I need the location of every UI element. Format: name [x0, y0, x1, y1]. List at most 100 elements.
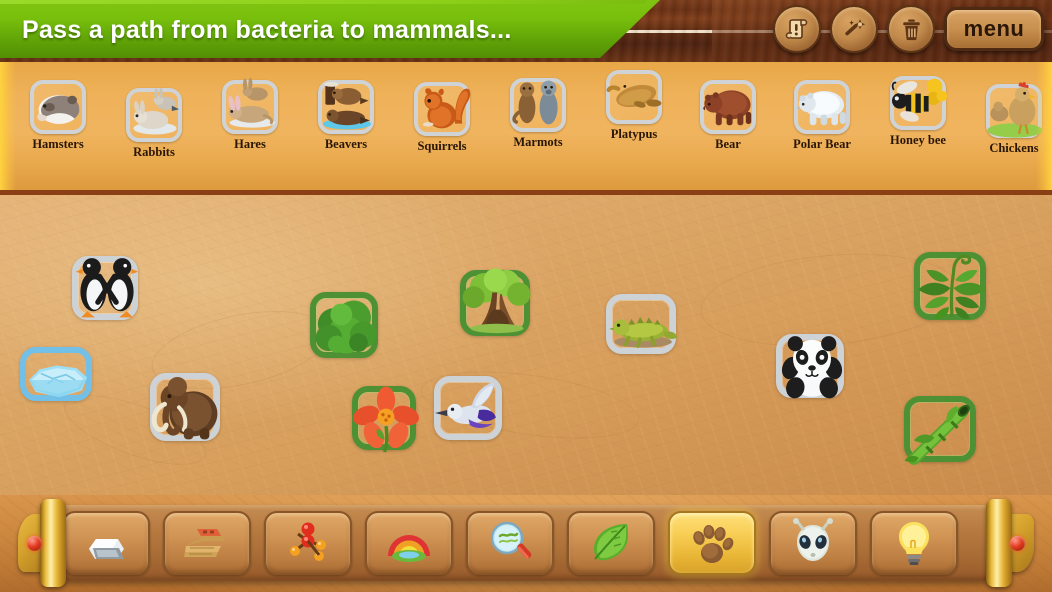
- scroll-left-glow[interactable]: [0, 62, 16, 190]
- field-node-panda[interactable]: [772, 330, 852, 406]
- rabbit-icon-wrap: [124, 84, 186, 149]
- animal-item-honey-bee[interactable]: Honey bee: [868, 72, 968, 148]
- hare-icon: [228, 77, 275, 128]
- metal-ingot-icon: [89, 539, 124, 559]
- toolbar-endcap-left: [18, 497, 74, 589]
- squirrel-icon: [422, 88, 471, 129]
- marmot-icon-wrap: [508, 74, 570, 139]
- hummingbird-icon: [435, 382, 496, 428]
- animal-item-rabbits[interactable]: Rabbits: [104, 84, 204, 160]
- red-flower-icon-wrap: [348, 382, 424, 463]
- polar-bear-icon-wrap: [792, 76, 854, 141]
- animal-item-squirrels[interactable]: Squirrels: [392, 78, 492, 154]
- field-node-tree[interactable]: [456, 266, 538, 344]
- category-metals[interactable]: [62, 511, 150, 575]
- field-node-iguana[interactable]: [602, 290, 684, 362]
- hare-icon-wrap: [220, 76, 282, 141]
- alien-head-icon: [793, 518, 833, 561]
- hamster-icon: [37, 95, 80, 124]
- category-plants[interactable]: [567, 511, 655, 575]
- hummingbird-icon-wrap: [430, 372, 510, 453]
- lightbulb-icon: [899, 522, 929, 565]
- scroll-quest-icon: [785, 19, 808, 39]
- hamster-icon-wrap: [28, 76, 90, 141]
- paw-print-icon: [693, 525, 734, 563]
- animal-thumb: [22, 76, 94, 138]
- toolbar-endcap-right: [978, 497, 1034, 589]
- animal-selection-bar[interactable]: Hamsters Rabbits Hares Beavers Squirrels Marm…: [0, 62, 1052, 195]
- fern-plant-icon-wrap: [910, 248, 994, 333]
- category-microbes[interactable]: [466, 511, 554, 575]
- honey-bee-icon: [891, 78, 948, 122]
- magic-wand-icon: [845, 19, 866, 36]
- category-animals[interactable]: [668, 511, 756, 575]
- animal-item-platypus[interactable]: Platypus: [584, 66, 684, 142]
- animal-item-beavers[interactable]: Beavers: [296, 76, 396, 152]
- animal-item-bear[interactable]: Bear: [678, 76, 778, 152]
- field-node-bush[interactable]: [306, 288, 386, 366]
- animal-item-hamsters[interactable]: Hamsters: [8, 76, 108, 152]
- rabbit-icon: [133, 87, 179, 135]
- field-node-ice-floe[interactable]: [16, 343, 100, 409]
- menu-button[interactable]: menu: [944, 7, 1044, 51]
- ice-floe-icon-wrap: [16, 343, 100, 414]
- tree-icon-wrap: [456, 266, 538, 349]
- leaf-icon: [594, 524, 628, 561]
- category-technology[interactable]: [870, 511, 958, 575]
- objective-text: Pass a path from bacteria to mammals...: [22, 16, 512, 44]
- animal-item-marmots[interactable]: Marmots: [488, 74, 588, 150]
- platypus-icon: [606, 84, 662, 108]
- molecule-icon: [290, 522, 326, 561]
- magic-wand-button[interactable]: [830, 5, 878, 53]
- endcap-gem-left: [27, 535, 42, 551]
- field-node-fern[interactable]: [910, 248, 994, 328]
- bamboo-icon-wrap: [900, 392, 984, 475]
- endcap-gem-right: [1010, 535, 1025, 551]
- field-node-flower[interactable]: [348, 382, 424, 458]
- animal-item-hares[interactable]: Hares: [200, 76, 300, 152]
- top-toolbar: menu: [773, 3, 1044, 55]
- bamboo-icon: [904, 404, 970, 465]
- fern-plant-icon: [918, 254, 986, 319]
- category-nature[interactable]: [365, 511, 453, 575]
- animal-thumb: [692, 76, 764, 138]
- game-screen: Pass a path from bacteria to mammals...: [0, 0, 1052, 592]
- bear-icon-wrap: [698, 76, 760, 141]
- trash-button[interactable]: [887, 5, 935, 53]
- animal-thumb: [502, 74, 574, 136]
- polar-bear-icon: [796, 91, 846, 126]
- platypus-icon-wrap: [604, 66, 666, 131]
- tree-icon: [462, 268, 531, 334]
- animal-thumb: [786, 76, 858, 138]
- field-node-penguins[interactable]: [68, 252, 146, 328]
- honey-bee-icon-wrap: [888, 72, 950, 137]
- field-node-hummingbird[interactable]: [430, 372, 510, 448]
- panda-icon-wrap: [772, 330, 852, 411]
- squirrel-icon-wrap: [412, 78, 474, 143]
- mammoth-icon: [151, 377, 218, 440]
- rainbow-pond-icon: [388, 535, 430, 562]
- category-chemistry[interactable]: [264, 511, 352, 575]
- field-node-mammoth[interactable]: [146, 369, 228, 449]
- animal-thumb: [598, 66, 670, 128]
- animal-thumb: [310, 76, 382, 138]
- red-flower-icon: [353, 386, 419, 453]
- field-node-bamboo[interactable]: [900, 392, 984, 470]
- iguana-icon-wrap: [602, 290, 684, 367]
- ice-floe-icon: [28, 365, 88, 398]
- scroll-right-glow[interactable]: [1036, 62, 1052, 190]
- microscope-icon: [490, 521, 532, 559]
- animal-thumb: [118, 84, 190, 146]
- bricks-wood-icon: [184, 529, 226, 557]
- animal-item-polar-bear[interactable]: Polar Bear: [772, 76, 872, 152]
- category-humanoids[interactable]: [769, 511, 857, 575]
- marmot-icon: [512, 80, 558, 125]
- bush-icon-wrap: [306, 288, 386, 371]
- scroll-quest-button[interactable]: [773, 5, 821, 53]
- panda-icon: [781, 336, 843, 399]
- bush-icon: [315, 300, 377, 354]
- category-materials[interactable]: [163, 511, 251, 575]
- category-toolbar: [0, 495, 1052, 592]
- animal-thumb: [406, 78, 478, 140]
- play-field[interactable]: [0, 195, 1052, 495]
